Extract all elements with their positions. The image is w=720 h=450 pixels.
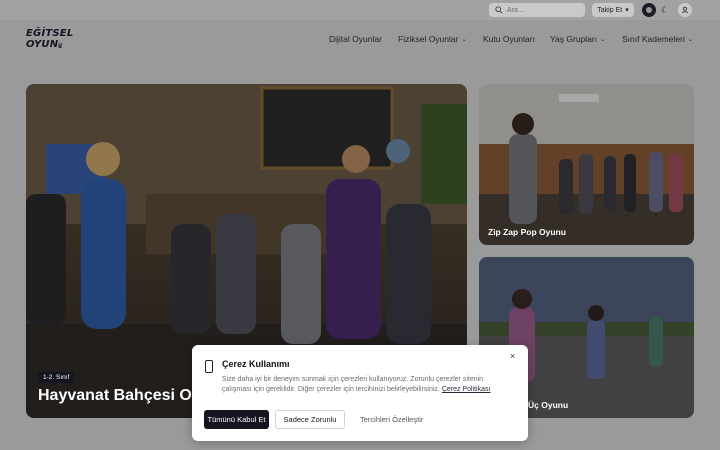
game-card-title: Zip Zap Pop Oyunu [488, 227, 566, 237]
nav-fiziksel-oyunlar[interactable]: Fiziksel Oyunlar ⌄ [398, 34, 467, 44]
logo-line1: EĞİTSEL [26, 28, 74, 39]
cookie-description: Size daha iyi bir deneyim sunmak için çe… [222, 375, 512, 395]
chevron-down-icon: ▾ [625, 7, 629, 14]
user-icon [681, 6, 689, 14]
cookie-consent-dialog: Çerez Kullanımı × Size daha iyi bir dene… [192, 345, 528, 441]
nav-yas-gruplari[interactable]: Yaş Grupları ⌄ [550, 34, 605, 44]
nav-sinif-kademeleri[interactable]: Sınıf Kademeleri ⌄ [622, 34, 693, 44]
search-input[interactable]: Ara... [489, 3, 585, 17]
moon-icon[interactable]: ☾ [658, 3, 672, 17]
only-required-button[interactable]: Sadece Zorunlu [275, 410, 345, 429]
cookie-policy-link[interactable]: Çerez Politikası [442, 386, 491, 393]
customize-preferences-button[interactable]: Tercihleri Özelleştir [360, 415, 423, 424]
nav-dijital-oyunlar[interactable]: Dijital Oyunlar [329, 34, 382, 44]
nav-kutu-oyunlari[interactable]: Kutu Oyunları [483, 34, 535, 44]
game-card-title: Üç Oyunu [528, 400, 569, 410]
chevron-down-icon: ⌄ [461, 36, 467, 43]
nav-label: Sınıf Kademeleri [622, 34, 685, 44]
nav-label: Kutu Oyunları [483, 34, 535, 44]
close-icon[interactable]: × [510, 351, 515, 361]
crown-icon: ♛ [57, 43, 64, 50]
featured-card-title: Hayvanat Bahçesi Oy [38, 387, 201, 404]
nav-label: Fiziksel Oyunlar [398, 34, 459, 44]
top-utility-bar: Ara... Takip Et ▾ ☾ [0, 0, 720, 20]
logo-line2: OYUN [26, 39, 59, 50]
nav-label: Dijital Oyunlar [329, 34, 382, 44]
cookie-title: Çerez Kullanımı [222, 359, 290, 369]
phone-icon [205, 360, 213, 373]
chevron-down-icon: ⌄ [687, 36, 693, 43]
follow-button[interactable]: Takip Et ▾ [592, 3, 634, 17]
chevron-down-icon: ⌄ [600, 36, 606, 43]
accept-all-button[interactable]: Tümünü Kabul Et [204, 410, 269, 429]
image-dim-overlay [479, 84, 694, 245]
theme-dot-icon [646, 7, 652, 13]
search-icon [495, 6, 503, 14]
user-account-button[interactable] [678, 3, 692, 17]
grade-badge: 1-2. Sınıf [38, 372, 75, 383]
game-card-zip-zap-pop[interactable] [479, 84, 694, 245]
main-header: EĞİTSEL OYUN ♛ Dijital Oyunlar Fiziksel … [0, 20, 720, 58]
follow-label: Takip Et [597, 6, 623, 14]
nav-label: Yaş Grupları [550, 34, 598, 44]
site-logo[interactable]: EĞİTSEL OYUN ♛ [26, 28, 74, 52]
search-placeholder: Ara... [507, 6, 524, 14]
dark-theme-toggle[interactable] [642, 3, 656, 17]
